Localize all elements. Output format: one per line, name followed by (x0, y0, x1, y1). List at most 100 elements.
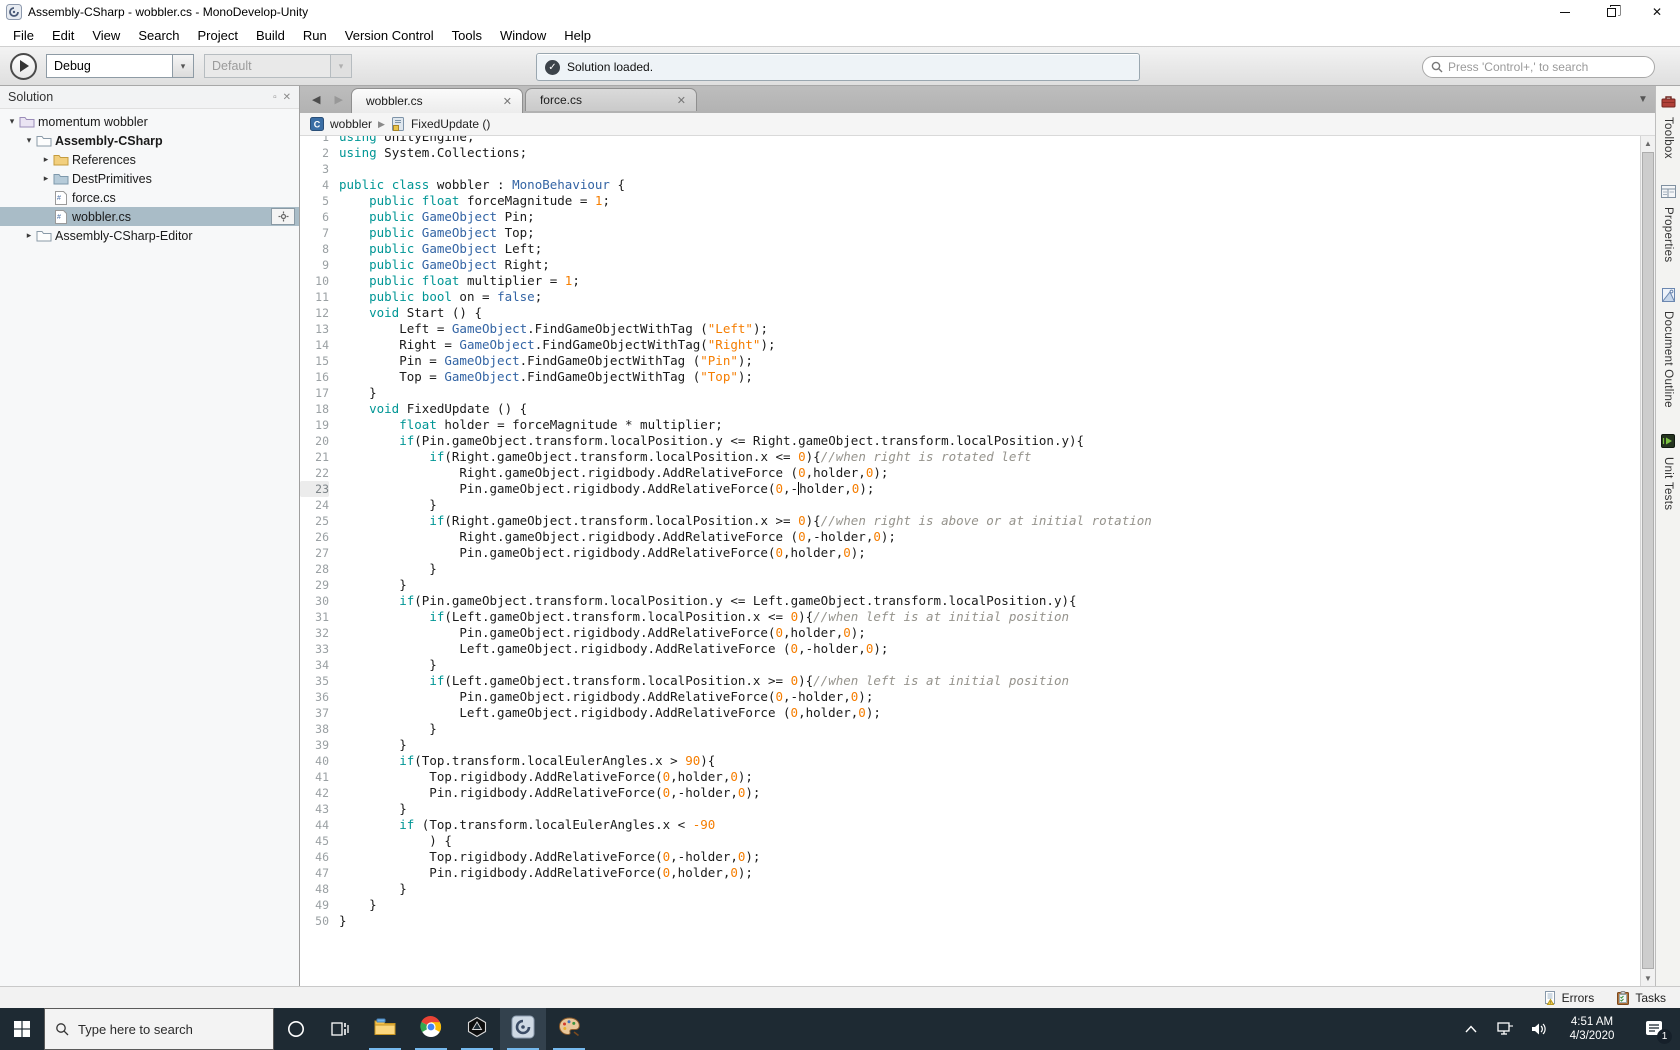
code-line[interactable]: } (339, 497, 1640, 513)
errors-pad-button[interactable]: ! Errors (1543, 990, 1594, 1005)
panel-close-icon[interactable]: ✕ (283, 92, 291, 103)
scrollbar-thumb[interactable] (1642, 152, 1654, 969)
code-line[interactable]: Right = GameObject.FindGameObjectWithTag… (339, 337, 1640, 353)
line-number[interactable]: 25 (300, 513, 329, 529)
line-number[interactable]: 11 (300, 289, 329, 305)
line-number[interactable]: 35 (300, 673, 329, 689)
menu-item-view[interactable]: View (83, 26, 129, 45)
code-line[interactable]: } (339, 721, 1640, 737)
code-line[interactable]: Pin.rigidbody.AddRelativeForce(0,holder,… (339, 865, 1640, 881)
line-number[interactable]: 36 (300, 689, 329, 705)
nav-back-button[interactable]: ◀ (312, 93, 320, 106)
tree-expander-icon[interactable]: ▸ (23, 230, 35, 241)
code-line[interactable]: Pin.gameObject.rigidbody.AddRelativeForc… (339, 481, 1640, 497)
vertical-scrollbar[interactable]: ▲ ▼ (1640, 136, 1655, 986)
volume-tray-button[interactable] (1522, 1008, 1556, 1050)
line-number[interactable]: 23 (300, 481, 329, 497)
code-line[interactable]: Top.rigidbody.AddRelativeForce(0,holder,… (339, 769, 1640, 785)
menu-item-search[interactable]: Search (129, 26, 188, 45)
configuration-dropdown[interactable]: Debug ▾ (46, 54, 194, 78)
tray-chevron-button[interactable] (1454, 1008, 1488, 1050)
tree-item-references[interactable]: ▸ References (0, 150, 299, 169)
code-line[interactable]: using System.Collections; (339, 145, 1640, 161)
code-line[interactable]: public GameObject Top; (339, 225, 1640, 241)
tree-item-wobbler-cs[interactable]: # wobbler.cs (0, 207, 299, 226)
tab-force-cs[interactable]: force.cs ✕ (524, 88, 697, 111)
line-number[interactable]: 18 (300, 401, 329, 417)
tree-expander-icon[interactable]: ▾ (23, 135, 35, 146)
taskbar-app-paint[interactable] (546, 1008, 592, 1050)
line-number[interactable]: 17 (300, 385, 329, 401)
line-number[interactable]: 5 (300, 193, 329, 209)
tree-item-assembly-csharp[interactable]: ▾ Assembly-CSharp (0, 131, 299, 150)
tab-wobbler-cs[interactable]: wobbler.cs ✕ (350, 88, 523, 113)
side-tab-unit-tests[interactable]: Unit Tests (1661, 434, 1675, 510)
line-number[interactable]: 44 (300, 817, 329, 833)
code-line[interactable]: } (339, 913, 1640, 929)
menu-item-edit[interactable]: Edit (43, 26, 83, 45)
tasks-pad-button[interactable]: Tasks (1616, 990, 1666, 1005)
line-number[interactable]: 40 (300, 753, 329, 769)
cortana-button[interactable] (274, 1008, 318, 1050)
close-button[interactable]: ✕ (1634, 0, 1680, 24)
code-line[interactable]: Pin = GameObject.FindGameObjectWithTag (… (339, 353, 1640, 369)
tree-expander-icon[interactable]: ▸ (40, 173, 52, 184)
code-line[interactable]: Left = GameObject.FindGameObjectWithTag … (339, 321, 1640, 337)
code-line[interactable]: Pin.gameObject.rigidbody.AddRelativeForc… (339, 625, 1640, 641)
tab-close-icon[interactable]: ✕ (659, 94, 686, 107)
chevron-down-icon[interactable]: ▾ (172, 54, 194, 78)
restore-button[interactable] (1588, 0, 1634, 24)
code-line[interactable]: ) { (339, 833, 1640, 849)
code-line[interactable]: Left.gameObject.rigidbody.AddRelativeFor… (339, 641, 1640, 657)
code-line[interactable]: Right.gameObject.rigidbody.AddRelativeFo… (339, 465, 1640, 481)
scroll-up-icon[interactable]: ▲ (1641, 136, 1655, 151)
menu-item-run[interactable]: Run (294, 26, 336, 45)
start-button[interactable] (0, 1008, 44, 1050)
line-number[interactable]: 1 (300, 136, 329, 145)
line-number[interactable]: 37 (300, 705, 329, 721)
code-line[interactable]: } (339, 737, 1640, 753)
code-line[interactable]: if(Left.gameObject.transform.localPositi… (339, 673, 1640, 689)
code-line[interactable]: if(Right.gameObject.transform.localPosit… (339, 513, 1640, 529)
code-line[interactable]: if(Pin.gameObject.transform.localPositio… (339, 433, 1640, 449)
line-number[interactable]: 22 (300, 465, 329, 481)
code-line[interactable]: using UnityEngine; (339, 136, 1640, 145)
code-line[interactable]: Right.gameObject.rigidbody.AddRelativeFo… (339, 529, 1640, 545)
minimize-button[interactable] (1542, 0, 1588, 24)
line-number[interactable]: 6 (300, 209, 329, 225)
taskbar-app-file-explorer[interactable] (362, 1008, 408, 1050)
tree-item-force-cs[interactable]: # force.cs (0, 188, 299, 207)
line-number[interactable]: 30 (300, 593, 329, 609)
code-line[interactable]: Pin.gameObject.rigidbody.AddRelativeForc… (339, 545, 1640, 561)
code-line[interactable] (339, 161, 1640, 177)
code-line[interactable]: Top.rigidbody.AddRelativeForce(0,-holder… (339, 849, 1640, 865)
code-line[interactable]: if(Pin.gameObject.transform.localPositio… (339, 593, 1640, 609)
code-line[interactable]: } (339, 385, 1640, 401)
line-number[interactable]: 38 (300, 721, 329, 737)
menu-item-build[interactable]: Build (247, 26, 294, 45)
code-line[interactable]: public GameObject Left; (339, 241, 1640, 257)
run-button[interactable] (10, 52, 37, 80)
tree-item-destprimitives[interactable]: ▸ DestPrimitives (0, 169, 299, 188)
line-number[interactable]: 33 (300, 641, 329, 657)
line-number[interactable]: 42 (300, 785, 329, 801)
line-number[interactable]: 19 (300, 417, 329, 433)
breadcrumb-class[interactable]: wobbler (330, 117, 372, 131)
line-number[interactable]: 43 (300, 801, 329, 817)
menu-item-project[interactable]: Project (189, 26, 247, 45)
side-tab-toolbox[interactable]: Toolbox (1661, 94, 1676, 159)
menu-item-tools[interactable]: Tools (443, 26, 491, 45)
code-line[interactable]: Left.gameObject.rigidbody.AddRelativeFor… (339, 705, 1640, 721)
line-number[interactable]: 4 (300, 177, 329, 193)
tree-expander-icon[interactable]: ▾ (6, 116, 18, 127)
code-line[interactable]: } (339, 801, 1640, 817)
task-view-button[interactable] (318, 1008, 362, 1050)
code-line[interactable]: void Start () { (339, 305, 1640, 321)
line-number[interactable]: 2 (300, 145, 329, 161)
breadcrumb-member[interactable]: FixedUpdate () (411, 117, 490, 131)
network-tray-button[interactable] (1488, 1008, 1522, 1050)
code-line[interactable]: public GameObject Pin; (339, 209, 1640, 225)
line-number[interactable]: 31 (300, 609, 329, 625)
scroll-down-icon[interactable]: ▼ (1641, 971, 1655, 986)
line-number[interactable]: 49 (300, 897, 329, 913)
